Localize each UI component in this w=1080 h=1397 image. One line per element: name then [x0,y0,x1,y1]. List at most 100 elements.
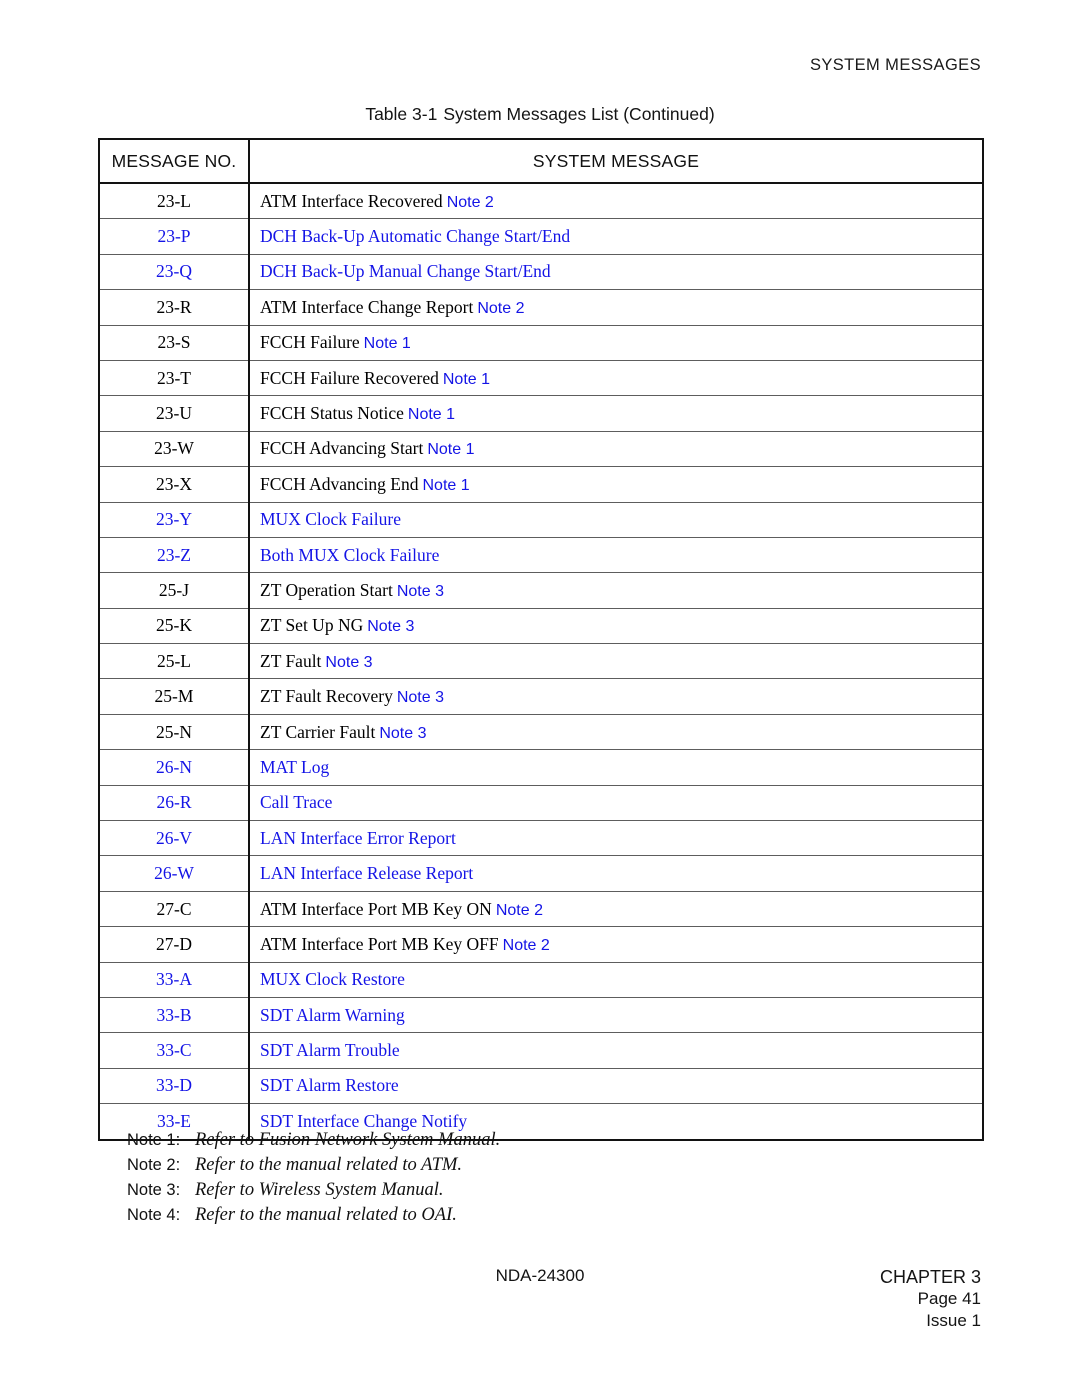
table-body: 23-L ATM Interface Recovered Note 2 23-P DCH… [98,183,984,1141]
table-row: 25-M ZT Fault Recovery Note 3 [98,678,984,715]
cell-message-no: 25-K [98,608,250,645]
note-reference: Note 1 [422,476,470,494]
cell-system-message: SDT Alarm Warning [248,997,984,1034]
message-text: ZT Fault Recovery [260,686,393,707]
footer-page: Page 41 [917,1289,981,1308]
note-reference: Note 2 [502,936,550,954]
table-row: 26-N MAT Log [98,749,984,786]
cell-system-message: MAT Log [248,749,984,786]
note-reference: Note 3 [379,724,427,742]
message-text: FCCH Failure [260,332,360,353]
cell-system-message: FCCH Failure Note 1 [248,325,984,361]
table-row: 25-K ZT Set Up NG Note 3 [98,608,984,645]
table-row: 27-C ATM Interface Port MB Key ON Note 2 [98,891,984,928]
table-row: 25-L ZT Fault Note 3 [98,643,984,680]
footnote-label: Note 1: [127,1131,181,1149]
table-row: 23-Q DCH Back-Up Manual Change Start/End [98,254,984,291]
cell-system-message: MUX Clock Failure [248,502,984,538]
table-row: 26-R Call Trace [98,785,984,822]
table-header-row: MESSAGE NO. SYSTEM MESSAGE [98,138,984,184]
note-reference: Note 2 [495,901,543,919]
note-reference: Note 2 [477,299,525,317]
message-text: Both MUX Clock Failure [260,544,440,565]
footer-right-block: CHAPTER 3 Page 41 Issue 1 [880,1266,981,1332]
table-row: 23-T FCCH Failure Recovered Note 1 [98,360,984,397]
cell-system-message: ATM Interface Port MB Key ON Note 2 [248,891,984,928]
footnote-label: Note 3: [127,1181,181,1199]
cell-message-no: 25-N [98,714,250,751]
table-row: 23-L ATM Interface Recovered Note 2 [98,183,984,220]
cell-message-no: 26-V [98,820,250,857]
message-text: ZT Set Up NG [260,615,364,636]
cell-system-message: Call Trace [248,785,984,822]
note-reference: Note 3 [396,582,444,600]
cell-message-no: 26-W [98,855,250,892]
cell-message-no: 23-T [98,360,250,397]
cell-message-no: 23-Y [98,502,250,538]
cell-system-message: LAN Interface Error Report [248,820,984,857]
cell-message-no: 26-N [98,749,250,786]
table-caption-label: Table 3-1 [365,104,438,124]
table-row: 26-V LAN Interface Error Report [98,820,984,857]
table-row: 33-A MUX Clock Restore [98,962,984,998]
cell-system-message: LAN Interface Release Report [248,855,984,892]
cell-message-no: 33-A [98,962,250,998]
note-reference: Note 3 [367,618,415,636]
footnote-line: Note 1: Refer to Fusion Network System Ma… [127,1127,827,1152]
note-reference: Note 3 [396,689,444,707]
note-reference: Note 1 [363,335,411,353]
cell-system-message: ZT Set Up NG Note 3 [248,608,984,645]
table-row: 23-X FCCH Advancing End Note 1 [98,466,984,503]
message-text: SDT Alarm Trouble [260,1040,400,1061]
message-text: LAN Interface Error Report [260,827,456,848]
message-text: DCH Back-Up Manual Change Start/End [260,261,551,282]
note-reference: Note 1 [407,406,456,424]
cell-message-no: 25-M [98,678,250,715]
message-text: FCCH Advancing Start [260,438,424,459]
footer-issue: Issue 1 [926,1311,981,1330]
footnotes-block: Note 1: Refer to Fusion Network System Ma… [127,1127,827,1227]
footnote-text: Refer to Fusion Network System Manual. [195,1130,501,1150]
cell-system-message: SDT Alarm Trouble [248,1032,984,1069]
cell-message-no: 23-S [98,325,250,361]
message-text: FCCH Failure Recovered [260,367,439,388]
cell-system-message: FCCH Status Notice Note 1 [248,395,984,432]
table-row: 25-J ZT Operation Start Note 3 [98,572,984,609]
system-messages-table: MESSAGE NO. SYSTEM MESSAGE 23-L ATM Inter… [98,138,984,1141]
document-page: SYSTEM MESSAGES Table 3-1 System Messages… [0,0,1080,1397]
cell-system-message: Both MUX Clock Failure [248,537,984,574]
footnote-label: Note 4: [127,1206,181,1224]
cell-system-message: ATM Interface Recovered Note 2 [248,183,984,220]
message-text: ZT Operation Start [260,579,393,600]
cell-system-message: ATM Interface Port MB Key OFF Note 2 [248,926,984,963]
cell-message-no: 23-X [98,466,250,503]
message-text: MAT Log [260,756,330,777]
table-caption: Table 3-1 System Messages List (Continued… [0,104,1080,125]
message-text: ATM Interface Change Report [260,296,474,317]
cell-message-no: 23-U [98,395,250,432]
message-text: LAN Interface Release Report [260,863,474,884]
cell-message-no: 25-L [98,643,250,680]
column-header-message-no: MESSAGE NO. [98,138,250,184]
note-reference: Note 1 [442,370,490,388]
message-text: FCCH Advancing End [260,473,419,494]
table-row: 33-C SDT Alarm Trouble [98,1032,984,1069]
cell-system-message: SDT Alarm Restore [248,1068,984,1105]
message-text: ATM Interface Port MB Key OFF [260,933,499,954]
table-row: 27-D ATM Interface Port MB Key OFF Note 2 [98,926,984,963]
message-text: SDT Alarm Restore [260,1075,399,1096]
cell-system-message: DCH Back-Up Automatic Change Start/End [248,218,984,255]
cell-system-message: ZT Fault Note 3 [248,643,984,680]
footnote-line: Note 2: Refer to the manual related to AT… [127,1152,827,1177]
note-reference: Note 2 [446,193,494,211]
table-head: MESSAGE NO. SYSTEM MESSAGE [98,138,984,184]
footer-chapter: CHAPTER 3 [879,1267,981,1287]
table-row: 23-Y MUX Clock Failure [98,502,984,538]
cell-system-message: FCCH Advancing Start Note 1 [248,431,984,468]
cell-message-no: 23-L [98,183,250,220]
message-text: FCCH Status Notice [260,403,404,424]
table-row: 33-D SDT Alarm Restore [98,1068,984,1105]
table-row: 23-R ATM Interface Change Report Note 2 [98,289,984,326]
message-text: ZT Carrier Fault [260,721,376,742]
cell-system-message: ZT Carrier Fault Note 3 [248,714,984,751]
